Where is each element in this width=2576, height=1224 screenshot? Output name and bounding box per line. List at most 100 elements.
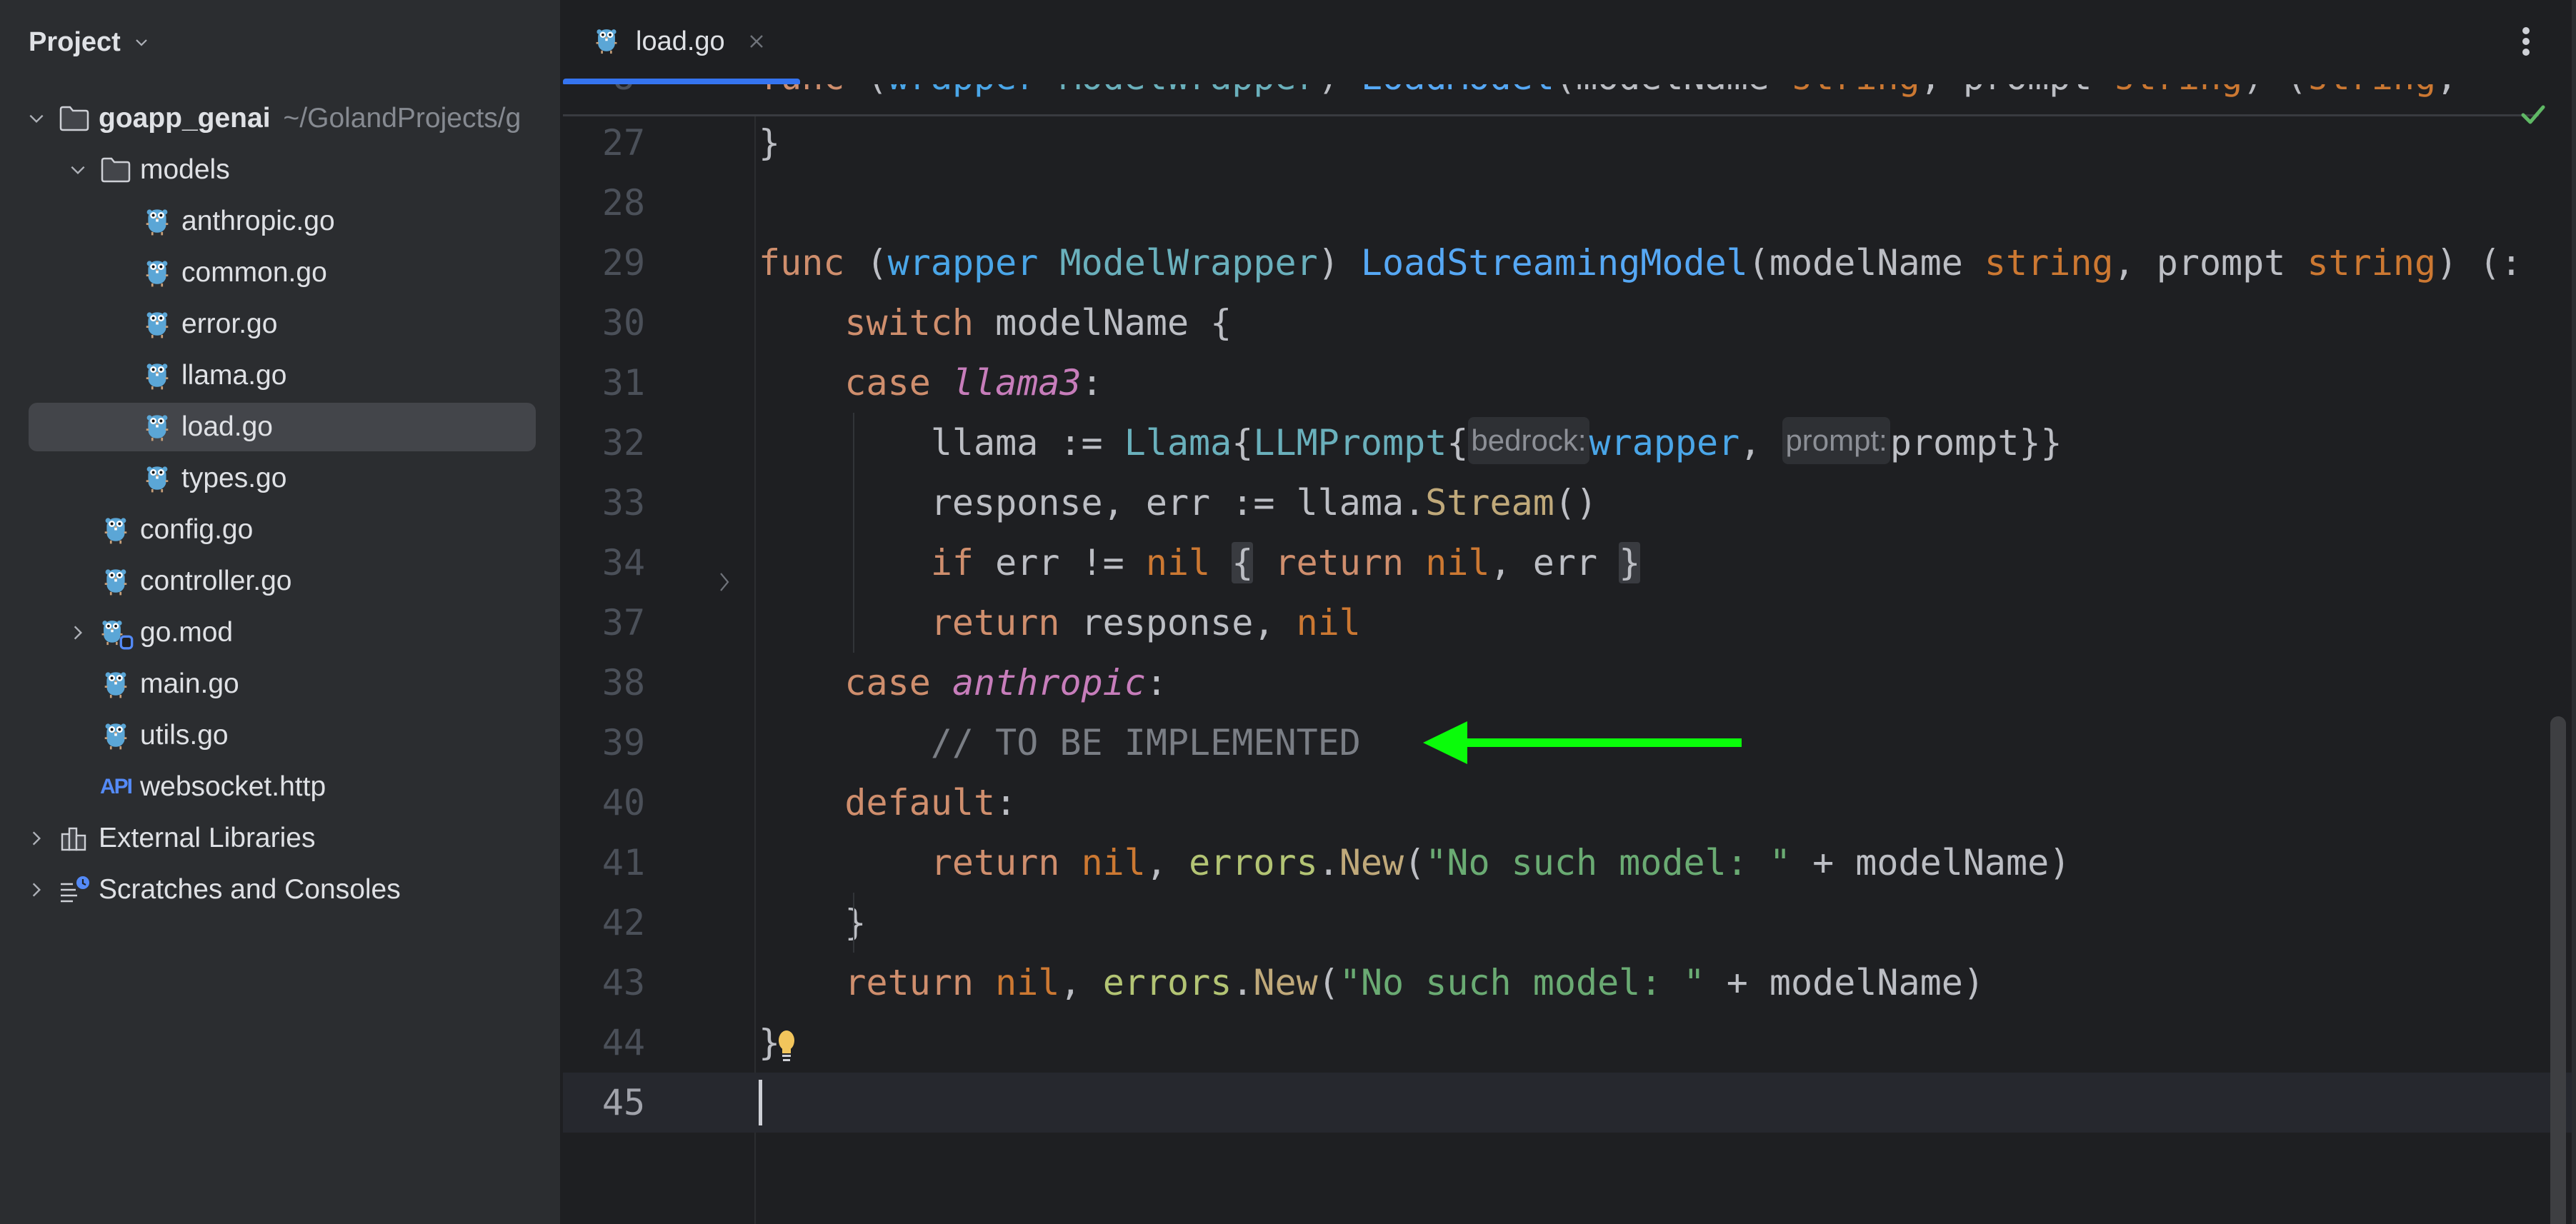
code-line-33[interactable]: 33 response, err := llama.Stream() [563,473,2576,533]
line-number[interactable]: 43 [563,953,684,1013]
sticky-scroll-header[interactable]: 8 func (wrapper ModelWrapper) LoadModel(… [563,84,2539,116]
code-line-41[interactable]: 41 return nil, errors.New("No such model… [563,833,2576,893]
code-token: "No such model: " [1425,842,1791,883]
code-token: default [844,782,996,823]
line-number[interactable]: 30 [563,293,684,353]
chevron-right-icon[interactable] [26,828,47,849]
tree-item-llama-go[interactable]: llama.go [0,350,560,401]
code-token: , prompt [1920,84,2114,98]
code-token: ( [1404,842,1426,883]
code-token: (modelName [1554,84,1791,98]
line-code: return response, nil [759,593,1361,653]
line-number[interactable]: 34 [563,533,684,593]
line-number[interactable]: 40 [563,773,684,833]
tree-item-anthropic-go[interactable]: anthropic.go [0,196,560,247]
code-token: ModelWrapper [1059,84,1317,98]
vertical-scrollbar-thumb[interactable] [2550,716,2566,1224]
code-line-43[interactable]: 43 return nil, errors.New("No such model… [563,953,2576,1013]
code-token: ) [1318,84,1361,98]
code-token: string [2307,242,2437,284]
fold-expand-icon[interactable] [717,551,732,591]
code-token: nil [1425,542,1490,583]
code-line-27[interactable]: 27} [563,113,2576,173]
line-code: if err != nil { return nil, err } [759,533,1641,593]
code-token: errors [1189,842,1318,883]
code-token: modelName { [974,302,1232,343]
code-token: switch [844,302,974,343]
line-number[interactable]: 33 [563,473,684,533]
line-code: func (wrapper ModelWrapper) LoadStreamin… [759,233,2522,293]
code-token: LLMPrompt [1253,422,1447,463]
chevron-down-icon[interactable] [26,108,47,129]
line-number[interactable]: 29 [563,233,684,293]
tree-item-label: websocket.http [140,771,326,802]
tree-item-external-libraries[interactable]: External Libraries [0,813,560,864]
code-line-40[interactable]: 40 default: [563,773,2576,833]
go-gopher-icon [100,566,131,597]
chevron-right-icon[interactable] [26,879,47,901]
chevron-right-icon[interactable] [67,622,89,643]
line-number[interactable]: 31 [563,353,684,413]
close-icon[interactable] [747,31,767,51]
tree-item-models[interactable]: models [0,144,560,196]
code-line-30[interactable]: 30 switch modelName { [563,293,2576,353]
tree-item-types-go[interactable]: types.go [0,453,560,504]
line-number[interactable]: 42 [563,893,684,953]
tab-load-go[interactable]: load.go [563,13,802,70]
tree-item-controller-go[interactable]: controller.go [0,556,560,607]
tree-item-load-go[interactable]: load.go [0,401,560,453]
tree-item-utils-go[interactable]: utils.go [0,710,560,761]
code-line-34[interactable]: 34 if err != nil { return nil, err } [563,533,2576,593]
code-token: nil [995,962,1060,1003]
tree-item-common-go[interactable]: common.go [0,247,560,299]
code-line-37[interactable]: 37 return response, nil [563,593,2576,653]
tree-item-scratches-and-consoles[interactable]: Scratches and Consoles [0,864,560,916]
code-line-31[interactable]: 31 case llama3: [563,353,2576,413]
line-number[interactable]: 44 [563,1013,684,1073]
line-number[interactable]: 37 [563,593,684,653]
line-number[interactable]: 45 [563,1073,684,1133]
code-line-29[interactable]: 29 func (wrapper ModelWrapper) LoadStream… [563,233,2576,293]
line-number[interactable]: 38 [563,653,684,713]
code-line-45[interactable]: 45 [563,1073,2576,1133]
project-view-selector[interactable]: Project [29,24,149,60]
tree-item-go-mod[interactable]: go.mod [0,607,560,658]
line-number[interactable]: 39 [563,713,684,773]
line-number[interactable]: 27 [563,113,684,173]
project-path: ~/GolandProjects/g [283,103,521,134]
code-line-38[interactable]: 38 case anthropic: [563,653,2576,713]
tree-item-goapp-genai[interactable]: goapp_genai ~/GolandProjects/g [0,93,560,144]
chevron-down-icon[interactable] [67,159,89,181]
line-number[interactable]: 41 [563,833,684,893]
line-number[interactable]: 28 [563,173,684,233]
no-problems-check-icon[interactable] [2519,100,2547,129]
code-editor[interactable]: 8 func (wrapper ModelWrapper) LoadModel(… [563,84,2576,1224]
more-vertical-icon[interactable] [2519,27,2533,63]
indent-guide [853,413,854,653]
lightbulb-icon[interactable] [776,1021,804,1064]
code-token: nil [1081,842,1146,883]
code-token: { [1447,422,1469,463]
text-caret [759,1080,762,1125]
code-token: response, err := llama. [759,482,1426,523]
code-line-32[interactable]: 32 llama := Llama{LLMPrompt{bedrock:wrap… [563,413,2576,473]
code-line-28[interactable]: 28 [563,173,2576,233]
tab-label: load.go [636,26,725,56]
tree-item-error-go[interactable]: error.go [0,299,560,350]
code-line-44[interactable]: 44} [563,1013,2576,1073]
project-tree: goapp_genai ~/GolandProjects/g models anth… [0,93,560,916]
tree-item-config-go[interactable]: config.go [0,504,560,556]
tree-item-main-go[interactable]: main.go [0,658,560,710]
library-icon [59,823,90,854]
code-token: return [1274,542,1404,583]
tree-item-label: go.mod [140,617,234,648]
tree-item-websocket-http[interactable]: API websocket.http [0,761,560,813]
parameter-hint: prompt: [1782,417,1890,464]
code-line-42[interactable]: 42 } [563,893,2576,953]
tree-item-label: models [140,154,230,185]
line-number[interactable]: 32 [563,413,684,473]
go-gopher-icon [141,308,173,340]
